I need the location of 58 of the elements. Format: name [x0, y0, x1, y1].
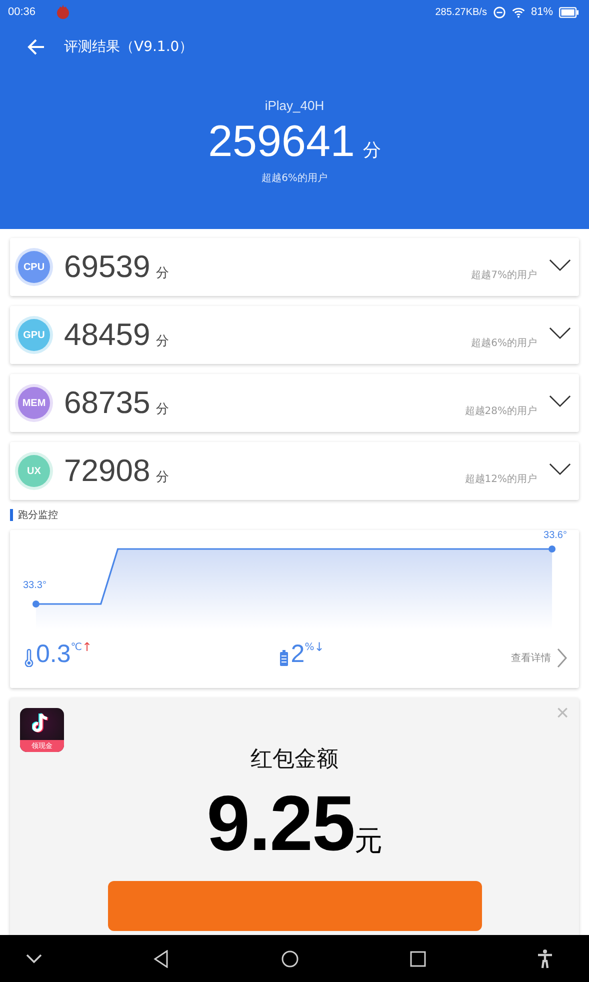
- clock: 00:36: [8, 6, 36, 18]
- rank-text: 超越12%的用户: [464, 472, 537, 486]
- category-badge: CPU: [18, 251, 50, 283]
- category-score: 69539: [64, 249, 150, 285]
- start-temperature: 33.3°: [23, 580, 46, 591]
- score-unit: 分: [362, 139, 381, 162]
- drop-arrow: ↓: [314, 640, 324, 654]
- chevron-icon: [549, 258, 571, 272]
- section-title: 跑分监控: [18, 509, 58, 522]
- battery-change: 2: [290, 640, 305, 669]
- end-temperature: 33.6°: [544, 530, 567, 541]
- category-score: 72908: [64, 453, 150, 489]
- temperature-change: 0.3: [36, 640, 71, 669]
- rank-text: 超越7%的用户: [471, 268, 537, 282]
- home-icon[interactable]: [280, 950, 298, 968]
- score-unit: 分: [156, 265, 170, 282]
- device-name: iPlay_40H: [264, 98, 324, 113]
- rank-text: 超越28%的用户: [464, 404, 537, 418]
- category-score: 68735: [64, 385, 150, 421]
- back-icon[interactable]: [153, 950, 170, 968]
- collapse-icon[interactable]: [26, 954, 42, 964]
- score-card[interactable]: MEM 68735 分 超越28%的用户: [10, 374, 579, 432]
- chevron-right-icon: [557, 648, 568, 668]
- category-badge: MEM: [18, 387, 50, 419]
- battery-percent: 81%: [530, 6, 553, 18]
- currency-unit: 元: [354, 823, 382, 859]
- recent-apps-icon[interactable]: [410, 950, 426, 966]
- reward-amount: 9.25: [206, 778, 354, 869]
- score-card[interactable]: CPU 69539 分 超越7%的用户: [10, 238, 579, 296]
- temperature-unit: ℃: [70, 642, 82, 653]
- category-badge: UX: [18, 455, 50, 487]
- app-notification-icon: [56, 5, 70, 19]
- category-badge: GPU: [18, 319, 50, 351]
- score-unit: 分: [156, 469, 170, 486]
- battery-unit: %: [304, 642, 314, 653]
- battery-icon: [278, 648, 289, 666]
- score-card[interactable]: UX 72908 分 超越12%的用户: [10, 442, 579, 500]
- rank-text: 超越6%的用户: [471, 336, 537, 350]
- chevron-icon: [549, 394, 571, 408]
- rise-arrow: ↑: [82, 640, 92, 654]
- thermometer-icon: [24, 648, 34, 666]
- category-score: 48459: [64, 317, 150, 353]
- rank-text: 超越6%的用户: [262, 172, 328, 185]
- back-arrow-icon: [26, 37, 46, 57]
- chevron-icon: [549, 326, 571, 340]
- accessibility-icon[interactable]: [537, 948, 553, 968]
- battery-icon: [559, 6, 579, 18]
- score-card[interactable]: GPU 48459 分 超越6%的用户: [10, 306, 579, 364]
- network-speed: 285.27KB/s: [435, 6, 487, 18]
- ad-title: 红包金额: [250, 746, 338, 774]
- score-unit: 分: [156, 401, 170, 418]
- do-not-disturb-icon: [492, 6, 506, 18]
- chevron-icon: [549, 462, 571, 476]
- total-score: 259641: [208, 117, 355, 167]
- details-link[interactable]: 查看详情: [511, 648, 568, 668]
- page-title: 评测结果（V9.1.0）: [64, 38, 194, 56]
- score-unit: 分: [156, 333, 170, 350]
- wifi-icon: [512, 6, 525, 18]
